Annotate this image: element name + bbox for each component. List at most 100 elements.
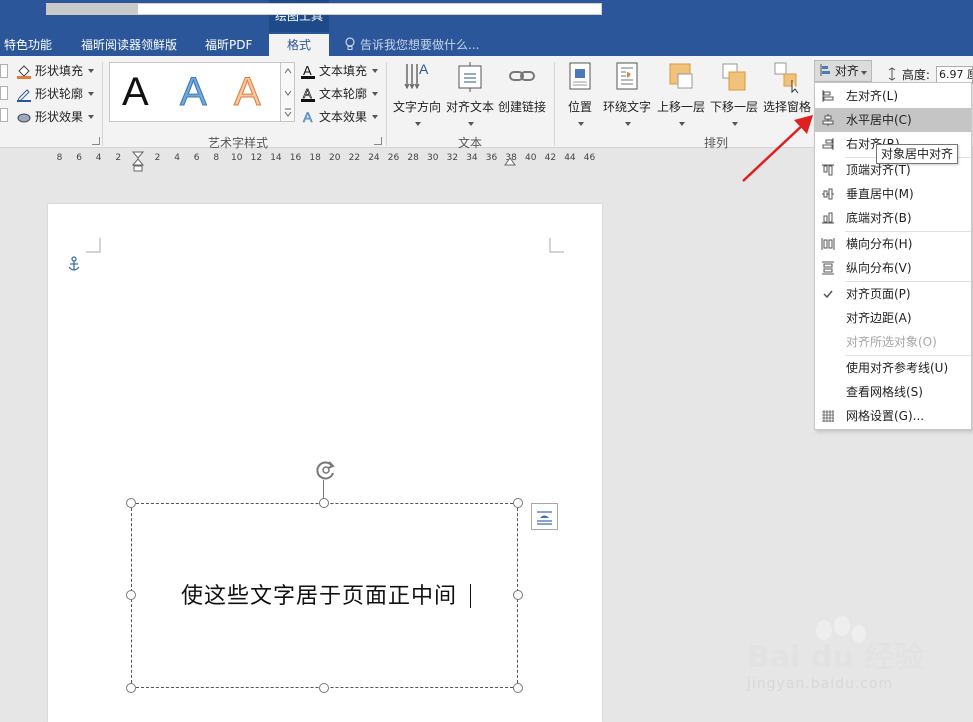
tab-foxit-pdf[interactable]: 福昕PDF: [205, 34, 252, 56]
anchor-icon[interactable]: [67, 256, 81, 272]
ruler-number: 34: [466, 153, 478, 163]
align-icon: [820, 64, 830, 76]
position-button[interactable]: 位置: [561, 60, 599, 130]
align-dropdown-menu: 左对齐(L) 水平居中(C) 右对齐(R) 顶端对齐(T) 垂直居中(M) 底端…: [814, 82, 972, 430]
watermark-brand: Bai du 经验: [747, 640, 925, 675]
align-middle-icon: [822, 188, 834, 200]
text-outline-button[interactable]: A 文本轮廓: [300, 84, 379, 104]
menu-item-label: 查看网格线(S): [846, 385, 923, 399]
group-separator: [386, 62, 387, 146]
text-fill-label: 文本填充: [319, 64, 368, 78]
shape-styles-launcher-icon[interactable]: [92, 137, 100, 145]
text-fill-button[interactable]: A 文本填充: [300, 61, 379, 81]
send-backward-icon: [722, 63, 746, 91]
text-effects-icon: A: [303, 109, 314, 125]
svg-text:A: A: [419, 61, 429, 77]
layout-options-button[interactable]: [531, 503, 558, 530]
ruler-number: 16: [289, 153, 302, 163]
shape-effects-button[interactable]: 形状效果: [16, 107, 95, 127]
shape-fill-button[interactable]: 形状填充: [16, 61, 95, 81]
menu-item-align-to-margin[interactable]: 对齐边距(A): [815, 306, 971, 330]
ruler-number: 40: [525, 153, 537, 163]
ruler-number: 10: [231, 153, 243, 163]
ruler-number: 22: [348, 153, 361, 163]
ruler-number: 4: [174, 153, 180, 163]
wrap-text-icon: [616, 62, 638, 90]
wordart-style-orange[interactable]: A: [234, 69, 262, 115]
ruler-number: 30: [427, 153, 439, 163]
ruler-number: 42: [544, 153, 557, 163]
wrap-text-button[interactable]: 环绕文字: [601, 60, 653, 130]
distribute-vertical-icon: [822, 261, 834, 275]
menu-item-label: 垂直居中(M): [846, 187, 914, 201]
menu-item-align-center[interactable]: 水平居中(C): [815, 108, 971, 132]
ruler-number: 20: [329, 153, 341, 163]
align-dropdown-button[interactable]: 对齐: [814, 60, 872, 82]
bring-forward-label: 上移一层: [656, 100, 705, 114]
menu-item-distribute-horizontal[interactable]: 横向分布(H): [815, 232, 971, 256]
position-icon: [569, 62, 591, 90]
resize-handle-bottom-right[interactable]: [513, 683, 523, 693]
resize-handle-top-left[interactable]: [126, 498, 136, 508]
ruler-number: 44: [564, 153, 576, 163]
shape-fill-label: 形状填充: [35, 64, 84, 78]
menu-item-distribute-vertical[interactable]: 纵向分布(V): [815, 256, 971, 280]
resize-handle-bottom-left[interactable]: [126, 683, 136, 693]
indent-marker-icon[interactable]: [132, 151, 144, 173]
shape-effects-label: 形状效果: [35, 110, 84, 124]
resize-handle-right[interactable]: [513, 590, 523, 600]
chain-link-icon: [509, 71, 535, 81]
shape-gallery-edge-2[interactable]: [0, 86, 8, 100]
tell-me-search[interactable]: 告诉我您想要做什么...: [344, 34, 479, 56]
gallery-scroll-arrows[interactable]: [281, 62, 295, 122]
checkmark-icon: [823, 290, 833, 299]
align-right-icon: [822, 138, 834, 150]
ruler-number: 8: [213, 153, 220, 163]
right-indent-marker-icon[interactable]: [504, 156, 516, 166]
text-direction-label: 文字方向: [392, 100, 441, 114]
text-effects-button[interactable]: A 文本效果: [300, 107, 379, 127]
menu-item-grid-settings[interactable]: 网格设置(G)...: [815, 404, 971, 428]
tab-format[interactable]: 格式: [269, 34, 329, 56]
align-text-icon: [458, 62, 482, 92]
shape-outline-button[interactable]: 形状轮廓: [16, 84, 95, 104]
ruler-number: 28: [407, 153, 419, 163]
menu-item-align-middle[interactable]: 垂直居中(M): [815, 182, 971, 206]
create-link-label: 创建链接: [497, 100, 546, 114]
text-direction-button[interactable]: A 文字方向: [392, 60, 442, 130]
menu-item-align-to-page[interactable]: 对齐页面(P): [815, 282, 971, 306]
text-cursor: [470, 584, 471, 608]
ruler-number: 24: [368, 153, 380, 163]
resize-handle-left[interactable]: [126, 590, 136, 600]
menu-item-use-guides[interactable]: 使用对齐参考线(U): [815, 356, 971, 380]
tab-foxit-reader[interactable]: 福昕阅读器领鲜版: [81, 34, 177, 56]
ruler-number: 46: [583, 153, 596, 163]
paint-bucket-icon: [17, 65, 31, 79]
align-text-button[interactable]: 对齐文本: [445, 60, 495, 130]
menu-item-label: 对齐所选对象(O): [846, 335, 937, 349]
align-label: 对齐: [834, 64, 859, 78]
ruler-number: 2: [115, 153, 122, 163]
rotate-handle-icon[interactable]: [314, 458, 338, 482]
menu-item-view-gridlines[interactable]: 查看网格线(S): [815, 380, 971, 404]
wrap-text-label: 环绕文字: [602, 100, 651, 114]
shape-gallery-edge[interactable]: [0, 64, 8, 78]
wordart-style-blue[interactable]: A: [180, 69, 208, 115]
wordart-style-black[interactable]: A: [122, 69, 149, 115]
bring-forward-button[interactable]: 上移一层: [655, 60, 707, 130]
shape-gallery-edge-3[interactable]: [0, 108, 8, 122]
shape-effects-icon: [17, 113, 31, 123]
tab-special-features[interactable]: 特色功能: [4, 34, 52, 56]
menu-item-align-bottom[interactable]: 底端对齐(B): [815, 206, 971, 230]
ruler-left-margin: [46, 3, 138, 15]
resize-handle-bottom[interactable]: [319, 683, 329, 693]
distribute-horizontal-icon: [821, 238, 835, 250]
resize-handle-top[interactable]: [319, 498, 329, 508]
wordart-style-gallery[interactable]: A A A: [109, 62, 281, 122]
wordart-launcher-icon[interactable]: [374, 137, 382, 145]
text-outline-label: 文本轮廓: [319, 87, 368, 101]
menu-item-align-left[interactable]: 左对齐(L): [815, 84, 971, 108]
resize-handle-top-right[interactable]: [513, 498, 523, 508]
create-link-button[interactable]: 创建链接: [497, 60, 547, 130]
text-box-content[interactable]: 使这些文字居于页面正中间: [181, 578, 457, 610]
